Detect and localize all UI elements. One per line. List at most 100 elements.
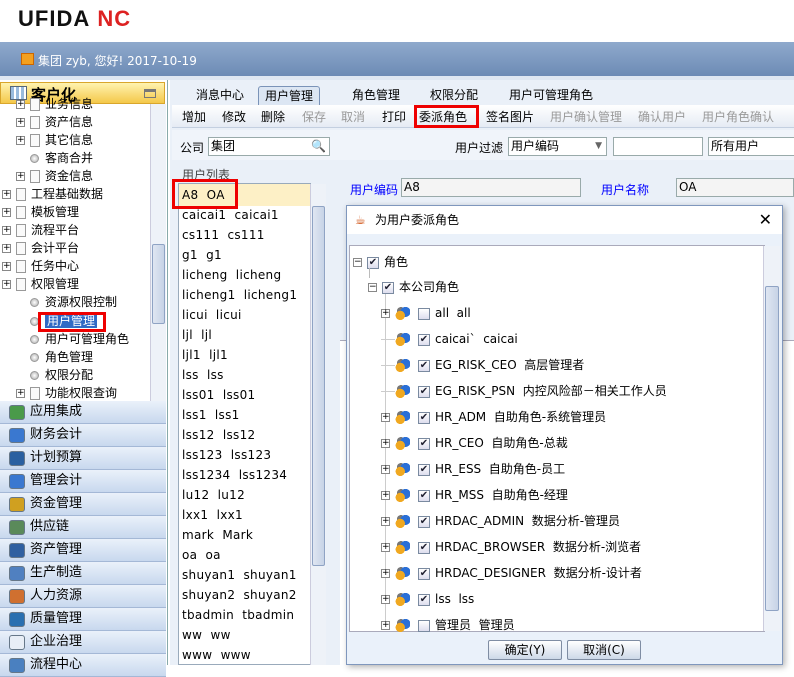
expand-icon[interactable]: + <box>381 569 390 578</box>
user-list-item[interactable]: shuyan1 shuyan1 <box>182 565 297 585</box>
sidebar-item[interactable]: 客商合并 <box>16 149 93 167</box>
role-item[interactable]: + 管理员 管理员 <box>381 614 515 636</box>
user-list-scrollbar[interactable] <box>310 184 326 665</box>
sidebar-item[interactable]: + 工程基础数据 <box>2 185 103 203</box>
sidebar-item[interactable]: + 其它信息 <box>16 131 93 149</box>
user-filter-select[interactable]: 用户编码 ▼ <box>508 137 607 156</box>
role-item[interactable]: + ✔ HRDAC_ADMIN 数据分析-管理员 <box>381 510 620 532</box>
user-list-item[interactable]: ljl ljl <box>182 325 212 345</box>
user-list-item[interactable]: www www <box>182 645 251 665</box>
module-4[interactable]: 资金管理 <box>0 493 166 516</box>
sidebar-item[interactable]: + 流程平台 <box>2 221 79 239</box>
toolbar-button[interactable]: 保存 <box>302 108 326 125</box>
checkbox[interactable]: ✔ <box>367 256 379 269</box>
user-list-item[interactable]: tbadmin tbadmin <box>182 605 294 625</box>
role-item[interactable]: + ✔ HR_ESS 自助角色-员工 <box>381 458 565 480</box>
user-list-item[interactable]: lss1 lss1 <box>182 405 240 425</box>
sidebar-item[interactable]: + 功能权限查询 <box>16 384 117 402</box>
expand-icon[interactable]: + <box>381 309 390 318</box>
role-tree-scrollbar[interactable] <box>763 246 780 631</box>
checkbox[interactable]: ✔ <box>418 515 430 528</box>
role-item[interactable]: ✔ caicai` caicai <box>381 328 518 350</box>
checkbox[interactable]: ✔ <box>418 541 430 554</box>
user-list-item[interactable]: mark Mark <box>182 525 253 545</box>
scroll-thumb[interactable] <box>152 244 165 324</box>
expand-icon[interactable]: + <box>16 118 25 127</box>
toolbar-button[interactable]: 用户角色确认 <box>702 108 774 125</box>
checkbox[interactable]: ✔ <box>418 385 430 398</box>
sidebar-item[interactable]: + 资金信息 <box>16 167 93 185</box>
checkbox[interactable]: ✔ <box>418 489 430 502</box>
user-code-field[interactable]: A8 <box>401 178 581 197</box>
module-6[interactable]: 资产管理 <box>0 539 166 562</box>
company-field[interactable]: 集团 🔍 <box>208 137 330 156</box>
checkbox[interactable]: ✔ <box>418 567 430 580</box>
expand-icon[interactable]: + <box>381 621 390 630</box>
expand-icon[interactable]: + <box>381 517 390 526</box>
role-item[interactable]: ✔ EG_RISK_PSN 内控风险部－相关工作人员 <box>381 380 667 402</box>
expand-icon[interactable]: + <box>2 262 11 271</box>
module-9[interactable]: 质量管理 <box>0 608 166 631</box>
checkbox[interactable]: ✔ <box>418 333 430 346</box>
ok-button[interactable]: 确定(Y) <box>488 640 562 660</box>
sidebar-item[interactable]: + 权限管理 <box>2 275 79 293</box>
sidebar-item[interactable]: + 会计平台 <box>2 239 79 257</box>
expand-icon[interactable]: + <box>16 136 25 145</box>
close-icon[interactable]: ✕ <box>759 206 772 234</box>
expand-icon[interactable]: + <box>381 439 390 448</box>
user-list-item[interactable]: lss01 lss01 <box>182 385 255 405</box>
expand-icon[interactable]: + <box>381 465 390 474</box>
sidebar-item[interactable]: + 模板管理 <box>2 203 79 221</box>
module-2[interactable]: 计划预算 <box>0 447 166 470</box>
expand-icon[interactable]: + <box>16 389 25 398</box>
role-item[interactable]: + ✔ HR_CEO 自助角色-总裁 <box>381 432 568 454</box>
user-list-item[interactable]: caicai1 caicai1 <box>182 205 279 225</box>
search-icon[interactable]: 🔍 <box>311 138 326 155</box>
module-10[interactable]: 企业治理 <box>0 631 166 654</box>
toolbar-button[interactable]: 打印 <box>382 108 406 125</box>
collapse-icon[interactable]: − <box>353 258 362 267</box>
role-item[interactable]: + ✔ HRDAC_DESIGNER 数据分析-设计者 <box>381 562 642 584</box>
checkbox[interactable]: ✔ <box>418 463 430 476</box>
scroll-thumb[interactable] <box>765 286 779 611</box>
toolbar-button[interactable]: 确认用户 <box>638 108 686 125</box>
tab-1[interactable]: 用户管理 <box>258 86 321 105</box>
checkbox[interactable]: ✔ <box>418 359 430 372</box>
collapse-icon[interactable]: − <box>368 283 377 292</box>
checkbox[interactable] <box>418 307 430 320</box>
module-7[interactable]: 生产制造 <box>0 562 166 585</box>
sidebar-item[interactable]: + 资产信息 <box>16 113 93 131</box>
tab-4[interactable]: 用户可管理角色 <box>503 86 599 105</box>
user-list-item[interactable]: g1 g1 <box>182 245 222 265</box>
sidebar-item[interactable]: 角色管理 <box>16 348 93 366</box>
user-list-item[interactable]: ljl1 ljl1 <box>182 345 228 365</box>
scroll-thumb[interactable] <box>312 206 325 566</box>
sidebar-item[interactable]: + 业务信息 <box>16 95 93 113</box>
user-list-item[interactable]: oa oa <box>182 545 221 565</box>
user-list-item[interactable]: licheng1 licheng1 <box>182 285 297 305</box>
toolbar-button[interactable]: 删除 <box>261 108 285 125</box>
toolbar-button[interactable]: 取消 <box>341 108 365 125</box>
toolbar-button[interactable]: 修改 <box>222 108 246 125</box>
expand-icon[interactable]: + <box>381 543 390 552</box>
tree-root[interactable]: − ✔ 角色 <box>353 251 408 273</box>
expand-icon[interactable]: + <box>2 226 11 235</box>
user-list-item[interactable]: lss12 lss12 <box>182 425 255 445</box>
module-11[interactable]: 流程中心 <box>0 654 166 677</box>
user-filter-input[interactable] <box>613 137 703 156</box>
module-5[interactable]: 供应链 <box>0 516 166 539</box>
user-list-item[interactable]: lxx1 lxx1 <box>182 505 243 525</box>
sidebar-item[interactable]: + 任务中心 <box>2 257 79 275</box>
user-list-item[interactable]: lu12 lu12 <box>182 485 245 505</box>
user-list-item[interactable]: licui licui <box>182 305 242 325</box>
module-8[interactable]: 人力资源 <box>0 585 166 608</box>
checkbox[interactable]: ✔ <box>382 281 394 294</box>
checkbox[interactable] <box>418 619 430 632</box>
cancel-button[interactable]: 取消(C) <box>567 640 641 660</box>
sidebar-item[interactable]: 资源权限控制 <box>16 293 117 311</box>
expand-icon[interactable]: + <box>16 172 25 181</box>
expand-icon[interactable]: + <box>381 413 390 422</box>
role-item[interactable]: + ✔ HR_ADM 自助角色-系统管理员 <box>381 406 606 428</box>
user-list-item[interactable]: licheng licheng <box>182 265 281 285</box>
expand-icon[interactable]: + <box>2 190 11 199</box>
